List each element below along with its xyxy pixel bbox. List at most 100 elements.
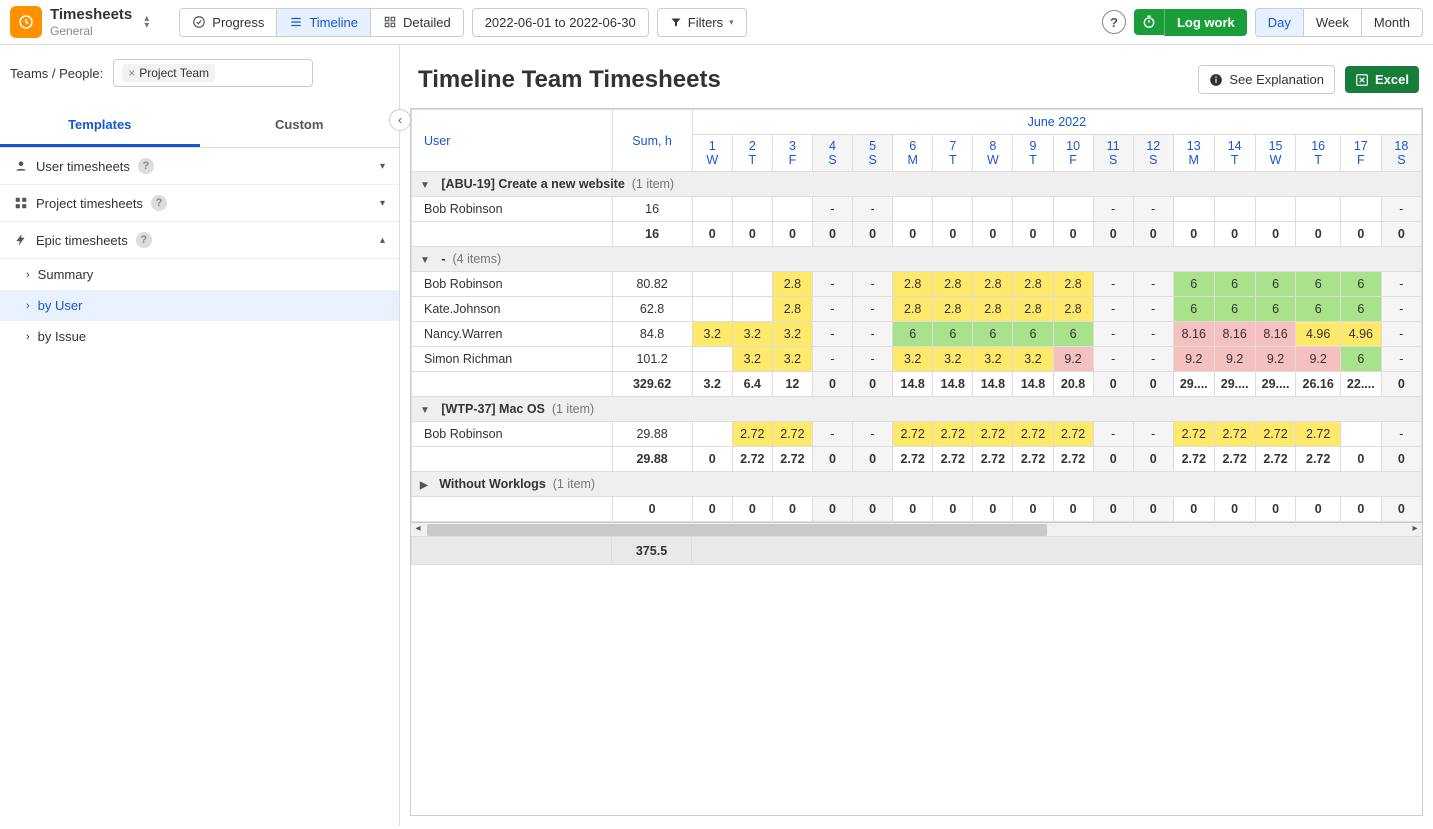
value-cell[interactable]: -	[812, 422, 852, 447]
col-day-8[interactable]: 8W	[973, 135, 1013, 172]
value-cell[interactable]: 9.2	[1296, 347, 1340, 372]
value-cell[interactable]: -	[1381, 322, 1421, 347]
value-cell[interactable]: 2.72	[772, 422, 812, 447]
table-row[interactable]: Kate.Johnson62.82.8--2.82.82.82.82.8--66…	[412, 297, 1422, 322]
value-cell[interactable]: -	[1133, 422, 1173, 447]
col-day-15[interactable]: 15W	[1255, 135, 1296, 172]
table-row[interactable]: Bob Robinson16-----	[412, 197, 1422, 222]
filters-button[interactable]: Filters ▾	[657, 8, 747, 37]
value-cell[interactable]	[732, 297, 772, 322]
col-day-4[interactable]: 4S	[812, 135, 852, 172]
value-cell[interactable]	[1296, 197, 1340, 222]
col-day-14[interactable]: 14T	[1214, 135, 1255, 172]
value-cell[interactable]: 4.96	[1296, 322, 1340, 347]
value-cell[interactable]	[692, 347, 732, 372]
value-cell[interactable]: -	[853, 322, 893, 347]
value-cell[interactable]	[772, 197, 812, 222]
range-day[interactable]: Day	[1256, 9, 1304, 36]
value-cell[interactable]: 9.2	[1173, 347, 1214, 372]
app-selector-arrows[interactable]: ▴▾	[140, 15, 153, 29]
value-cell[interactable]: 3.2	[772, 322, 812, 347]
value-cell[interactable]: 2.72	[1013, 422, 1053, 447]
value-cell[interactable]: -	[812, 297, 852, 322]
value-cell[interactable]: 2.8	[973, 272, 1013, 297]
value-cell[interactable]	[732, 272, 772, 297]
value-cell[interactable]: 2.8	[893, 272, 933, 297]
value-cell[interactable]: 2.72	[1214, 422, 1255, 447]
value-cell[interactable]: 6	[1255, 297, 1296, 322]
value-cell[interactable]	[692, 297, 732, 322]
value-cell[interactable]: 4.96	[1340, 322, 1381, 347]
value-cell[interactable]: 2.72	[973, 422, 1013, 447]
value-cell[interactable]: -	[812, 272, 852, 297]
value-cell[interactable]: 2.72	[1296, 422, 1340, 447]
value-cell[interactable]: 6	[1214, 272, 1255, 297]
col-day-2[interactable]: 2T	[732, 135, 772, 172]
user-timesheets-section[interactable]: User timesheets ? ▾	[0, 148, 399, 185]
value-cell[interactable]: 2.72	[1053, 422, 1093, 447]
value-cell[interactable]	[1013, 197, 1053, 222]
value-cell[interactable]: 6	[1173, 272, 1214, 297]
value-cell[interactable]: -	[853, 422, 893, 447]
value-cell[interactable]: 3.2	[732, 347, 772, 372]
value-cell[interactable]: 9.2	[1053, 347, 1093, 372]
col-day-12[interactable]: 12S	[1133, 135, 1173, 172]
value-cell[interactable]: -	[1381, 347, 1421, 372]
value-cell[interactable]: -	[812, 197, 852, 222]
value-cell[interactable]: 2.8	[933, 272, 973, 297]
col-day-3[interactable]: 3F	[772, 135, 812, 172]
value-cell[interactable]: 8.16	[1214, 322, 1255, 347]
value-cell[interactable]: -	[1133, 347, 1173, 372]
value-cell[interactable]	[732, 197, 772, 222]
value-cell[interactable]: -	[1133, 322, 1173, 347]
see-explanation-button[interactable]: See Explanation	[1198, 65, 1335, 94]
value-cell[interactable]: -	[1133, 272, 1173, 297]
value-cell[interactable]: 2.8	[772, 272, 812, 297]
value-cell[interactable]: -	[1381, 297, 1421, 322]
scroll-thumb[interactable]	[427, 524, 1047, 536]
log-work-button[interactable]: Log work	[1134, 9, 1247, 36]
value-cell[interactable]	[692, 422, 732, 447]
value-cell[interactable]: 2.72	[732, 422, 772, 447]
value-cell[interactable]: -	[1133, 197, 1173, 222]
group-row[interactable]: ▼ [WTP-37] Mac OS (1 item)	[412, 397, 1422, 422]
value-cell[interactable]: 3.2	[692, 322, 732, 347]
table-row[interactable]: Simon Richman101.23.23.2--3.23.23.23.29.…	[412, 347, 1422, 372]
people-filter-input[interactable]: × Project Team	[113, 59, 313, 87]
scroll-left-icon[interactable]: ◂	[411, 523, 425, 537]
value-cell[interactable]: 2.8	[1053, 297, 1093, 322]
col-day-1[interactable]: 1W	[692, 135, 732, 172]
value-cell[interactable]: 6	[1255, 272, 1296, 297]
tab-templates[interactable]: Templates	[0, 105, 200, 147]
value-cell[interactable]: 6	[1013, 322, 1053, 347]
value-cell[interactable]: -	[812, 322, 852, 347]
value-cell[interactable]: -	[1093, 322, 1133, 347]
value-cell[interactable]	[1340, 422, 1381, 447]
value-cell[interactable]: 2.72	[1255, 422, 1296, 447]
horizontal-scrollbar[interactable]: ◂ ▸	[411, 522, 1422, 536]
value-cell[interactable]: -	[1093, 272, 1133, 297]
value-cell[interactable]: 8.16	[1173, 322, 1214, 347]
col-day-5[interactable]: 5S	[853, 135, 893, 172]
excel-export-button[interactable]: Excel	[1345, 66, 1419, 93]
value-cell[interactable]: -	[812, 347, 852, 372]
people-chip[interactable]: × Project Team	[122, 64, 215, 82]
sidebar-item-summary[interactable]: › Summary	[0, 259, 399, 290]
value-cell[interactable]: -	[1133, 297, 1173, 322]
value-cell[interactable]: 2.72	[893, 422, 933, 447]
value-cell[interactable]: -	[853, 272, 893, 297]
value-cell[interactable]: 2.72	[1173, 422, 1214, 447]
value-cell[interactable]: -	[1093, 297, 1133, 322]
col-day-13[interactable]: 13M	[1173, 135, 1214, 172]
value-cell[interactable]: -	[853, 297, 893, 322]
epic-timesheets-section[interactable]: Epic timesheets ? ▴	[0, 222, 399, 259]
scroll-right-icon[interactable]: ▸	[1408, 523, 1422, 537]
project-timesheets-section[interactable]: Project timesheets ? ▾	[0, 185, 399, 222]
value-cell[interactable]	[692, 272, 732, 297]
value-cell[interactable]	[1173, 197, 1214, 222]
range-month[interactable]: Month	[1362, 9, 1422, 36]
col-day-18[interactable]: 18S	[1381, 135, 1421, 172]
value-cell[interactable]: 2.8	[772, 297, 812, 322]
app-title-block[interactable]: Timesheets General	[50, 6, 132, 38]
table-row[interactable]: Bob Robinson80.822.8--2.82.82.82.82.8--6…	[412, 272, 1422, 297]
